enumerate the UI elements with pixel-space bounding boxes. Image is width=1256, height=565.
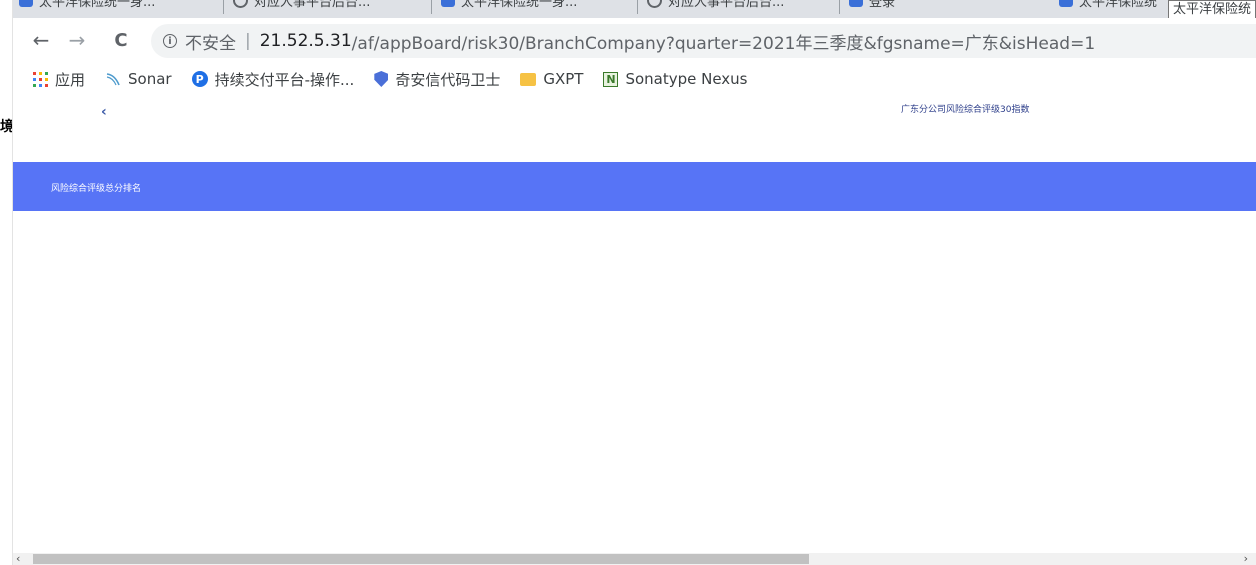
folder-icon xyxy=(520,72,537,86)
back-button[interactable]: ← xyxy=(27,26,55,54)
adjacent-window-edge: 境 xyxy=(0,0,13,565)
globe-icon xyxy=(647,0,662,8)
back-chevron-icon[interactable]: ‹ xyxy=(101,104,107,120)
horizontal-scrollbar[interactable]: ‹ › xyxy=(13,552,1256,565)
bookmark-label: 持续交付平台-操作... xyxy=(214,70,355,89)
nexus-icon: N xyxy=(603,71,619,87)
adjacent-window-char: 境 xyxy=(0,119,12,135)
tab-title: 太平洋保险统 xyxy=(1079,0,1158,10)
scrollbar-thumb[interactable] xyxy=(33,554,809,564)
app-icon xyxy=(1059,0,1073,7)
bookmark-nexus[interactable]: N Sonatype Nexus xyxy=(603,70,748,88)
app-icon xyxy=(849,0,863,7)
reload-icon: C xyxy=(114,29,128,51)
tab-separator xyxy=(839,0,840,14)
browser-tab[interactable]: 登录 xyxy=(849,0,896,10)
bookmark-label: 奇安信代码卫士 xyxy=(395,70,501,89)
tab-title: 太平洋保险统一身... xyxy=(461,0,578,10)
bookmark-label: Sonar xyxy=(128,70,172,88)
tab-title: 登录 xyxy=(869,0,896,10)
insecure-label[interactable]: 不安全 xyxy=(185,29,236,54)
tab-separator xyxy=(637,0,638,14)
app-icon xyxy=(19,0,33,7)
tab-separator xyxy=(223,0,224,14)
back-arrow-icon: ← xyxy=(32,28,50,52)
browser-tab-strip: 太平洋保险统一身... 对应人事平台后台... 太平洋保险统一身... 对应人事… xyxy=(13,0,1256,18)
sonar-icon xyxy=(105,71,121,87)
tab-tooltip: 太平洋保险统 xyxy=(1167,0,1256,18)
bookmark-cd-platform[interactable]: P 持续交付平台-操作... xyxy=(191,69,355,90)
browser-toolbar: ← → C i 不安全 | 21.52.5.31/af/appBoard/ris… xyxy=(13,18,1256,62)
bookmark-label: 应用 xyxy=(55,70,86,89)
page-content: ‹ 广东分公司风险综合评级30指数 风险综合评级总分排名 xyxy=(13,96,1256,553)
bookmark-label: Sonatype Nexus xyxy=(625,70,748,88)
address-bar[interactable]: i 不安全 | 21.52.5.31/af/appBoard/risk30/Br… xyxy=(151,24,1256,58)
info-icon[interactable]: i xyxy=(163,34,177,48)
apps-grid-icon xyxy=(33,71,48,87)
page-title: 广东分公司风险综合评级30指数 xyxy=(901,105,1030,115)
globe-icon xyxy=(233,0,248,8)
p-logo-icon: P xyxy=(191,71,208,87)
tab-separator xyxy=(431,0,432,14)
browser-tab[interactable]: 太平洋保险统一身... xyxy=(441,0,578,10)
reload-button[interactable]: C xyxy=(107,26,135,54)
tab-title: 对应人事平台后台... xyxy=(668,0,785,10)
url-host: 21.52.5.31 xyxy=(259,31,352,51)
tab-title: 对应人事平台后台... xyxy=(254,0,371,10)
section-label: 风险综合评级总分排名 xyxy=(51,184,142,194)
scroll-left-icon[interactable]: ‹ xyxy=(16,552,20,565)
forward-button[interactable]: → xyxy=(63,26,91,54)
bookmark-label: GXPT xyxy=(543,70,584,88)
scroll-right-icon[interactable]: › xyxy=(1244,552,1248,565)
browser-tab[interactable]: 对应人事平台后台... xyxy=(647,0,785,10)
bookmark-apps[interactable]: 应用 xyxy=(33,69,85,90)
browser-tab[interactable]: 太平洋保险统一身... xyxy=(19,0,156,10)
omnibox-separator: | xyxy=(245,31,251,51)
app-icon xyxy=(441,0,455,7)
bookmark-sonar[interactable]: Sonar xyxy=(105,70,172,88)
tab-title: 太平洋保险统一身... xyxy=(39,0,156,10)
section-header: 风险综合评级总分排名 xyxy=(13,162,1256,211)
bookmark-code-guard[interactable]: 奇安信代码卫士 xyxy=(374,69,500,90)
forward-arrow-icon: → xyxy=(68,28,86,52)
shield-icon xyxy=(374,71,389,87)
url-path: /af/appBoard/risk30/BranchCompany?quarte… xyxy=(351,33,1096,54)
browser-tab[interactable]: 对应人事平台后台... xyxy=(233,0,371,10)
bookmarks-bar: 应用 Sonar P 持续交付平台-操作... 奇安信代码卫士 GXPT N S… xyxy=(13,62,1256,96)
bookmark-gxpt[interactable]: GXPT xyxy=(520,70,583,88)
browser-tab-active[interactable]: 太平洋保险统 xyxy=(1059,0,1158,10)
